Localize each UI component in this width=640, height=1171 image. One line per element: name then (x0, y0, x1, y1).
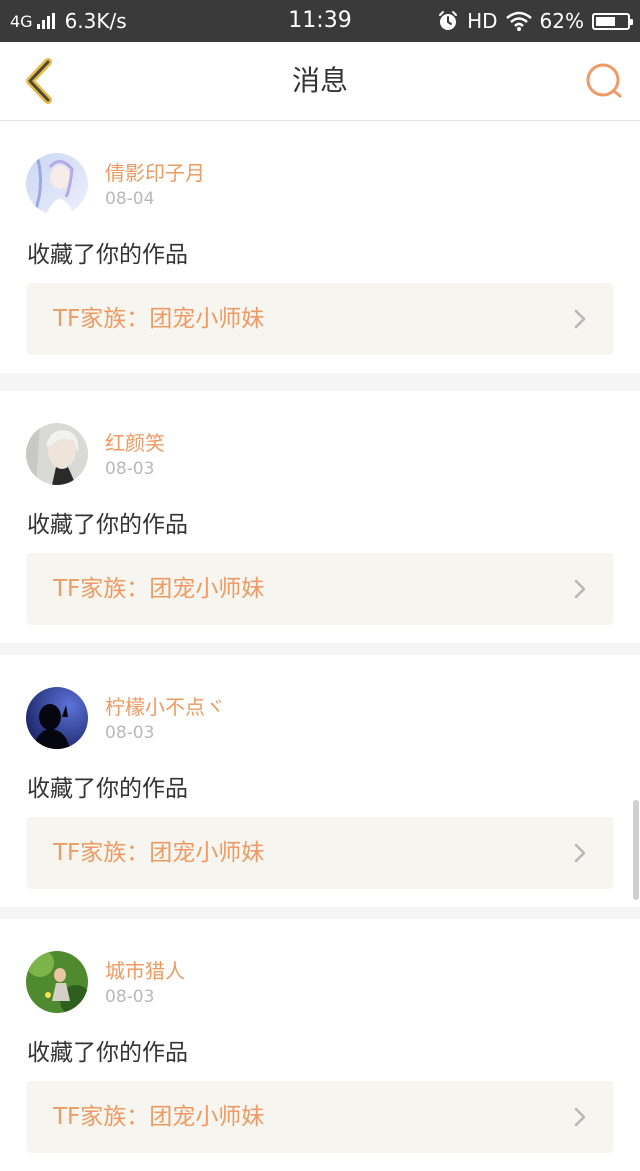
message-date: 08-03 (105, 987, 155, 1007)
scrollbar[interactable] (633, 800, 639, 900)
status-right: HD 62% (437, 0, 633, 42)
work-title: TF家族：团宠小师妹 (53, 1104, 265, 1130)
message-text: 收藏了你的作品 (27, 512, 188, 538)
message-card: 城市猎人 08-03 收藏了你的作品 TF家族：团宠小师妹 (0, 919, 640, 1171)
message-card: 柠檬小不点ヾ 08-03 收藏了你的作品 TF家族：团宠小师妹 (0, 655, 640, 907)
chevron-right-icon (574, 309, 586, 329)
avatar[interactable] (26, 687, 88, 749)
avatar-silhouette-night-icon (26, 687, 88, 749)
chevron-right-icon (574, 1107, 586, 1127)
battery-icon (592, 12, 633, 30)
hd-badge: HD (467, 9, 498, 33)
alarm-icon (439, 11, 458, 30)
avatar[interactable] (26, 153, 88, 215)
user-name[interactable]: 城市猎人 (105, 955, 185, 984)
work-title: TF家族：团宠小师妹 (53, 576, 265, 602)
user-name[interactable]: 红颜笑 (105, 427, 165, 456)
search-icon (586, 63, 622, 98)
battery-fill (596, 16, 615, 26)
avatar-green-scene-icon (26, 951, 88, 1013)
avatar[interactable] (26, 423, 88, 485)
search-button[interactable] (582, 59, 626, 103)
message-date: 08-03 (105, 459, 155, 479)
message-card: 倩影印子月 08-04 收藏了你的作品 TF家族：团宠小师妹 (0, 121, 640, 373)
work-link[interactable]: TF家族：团宠小师妹 (27, 817, 613, 889)
status-bar: 4G 6.3K/s 11:39 HD 62% (0, 0, 640, 42)
message-text: 收藏了你的作品 (27, 1040, 188, 1066)
avatar-girl-illustration-icon (26, 153, 88, 215)
chevron-right-icon (574, 843, 586, 863)
message-card: 红颜笑 08-03 收藏了你的作品 TF家族：团宠小师妹 (0, 391, 640, 643)
message-text: 收藏了你的作品 (27, 242, 188, 268)
user-name[interactable]: 倩影印子月 (105, 157, 205, 186)
avatar-silver-hair-icon (26, 423, 88, 485)
message-text: 收藏了你的作品 (27, 776, 188, 802)
avatar[interactable] (26, 951, 88, 1013)
chevron-right-icon (574, 579, 586, 599)
work-title: TF家族：团宠小师妹 (53, 306, 265, 332)
work-link[interactable]: TF家族：团宠小师妹 (27, 283, 613, 355)
work-link[interactable]: TF家族：团宠小师妹 (27, 553, 613, 625)
wifi-icon (505, 11, 532, 31)
work-link[interactable]: TF家族：团宠小师妹 (27, 1081, 613, 1153)
user-name[interactable]: 柠檬小不点ヾ (105, 691, 225, 720)
nav-bar: 消息 (0, 42, 640, 121)
message-date: 08-03 (105, 723, 155, 743)
page-title: 消息 (291, 64, 348, 97)
work-title: TF家族：团宠小师妹 (53, 840, 265, 866)
message-date: 08-04 (105, 189, 155, 209)
battery-percent: 62% (539, 9, 584, 33)
